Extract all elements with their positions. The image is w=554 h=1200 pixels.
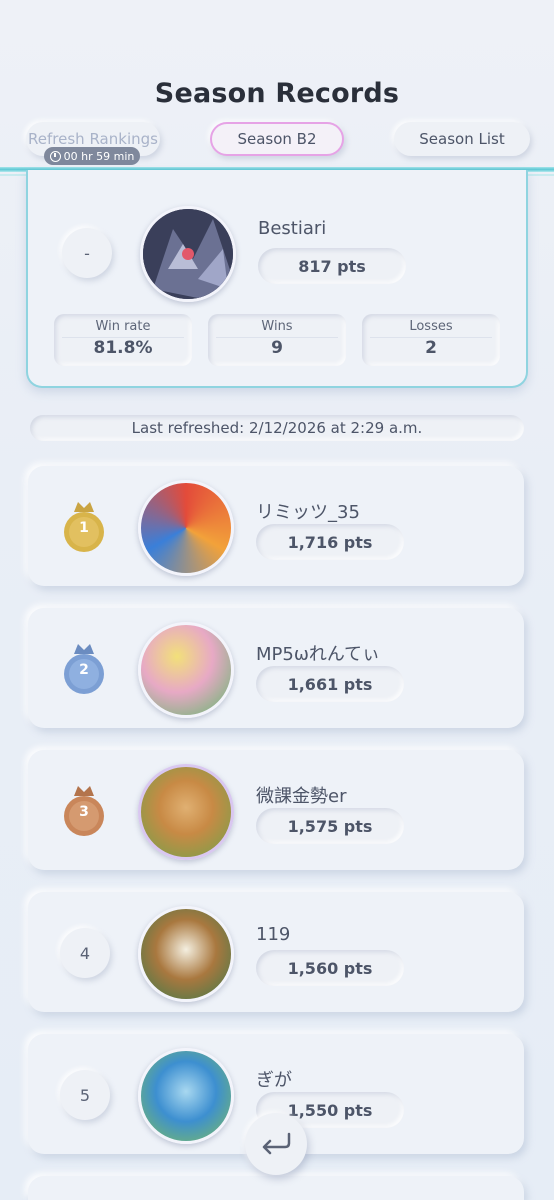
stat-losses: Losses 2 [362, 314, 500, 366]
my-points: 817 pts [258, 248, 406, 284]
avatar [140, 206, 236, 302]
refresh-timer: 00 hr 59 min [44, 147, 140, 165]
season-list-button[interactable]: Season List [394, 122, 530, 156]
player-name: ぎが [256, 1070, 292, 1091]
clock-icon [49, 150, 61, 162]
page-title: Season Records [154, 78, 400, 109]
ranking-row[interactable]: 2 MP5ωれんてぃ 1,661 pts [28, 608, 524, 728]
player-points: 1,661 pts [256, 666, 404, 702]
return-arrow-icon [262, 1132, 291, 1155]
ranking-row-partial [28, 1176, 524, 1200]
avatar [138, 622, 234, 718]
last-refreshed-bar: Last refreshed: 2/12/2026 at 2:29 a.m. [30, 415, 524, 441]
my-record-card: - Bestiari 817 pts Win rate 81.8% Wins 9… [26, 170, 528, 388]
ranking-row[interactable]: 3 微課金勢er 1,575 pts [28, 750, 524, 870]
rank-number: 3 [79, 804, 89, 820]
stat-value: 9 [271, 338, 283, 358]
stat-label: Win rate [95, 319, 151, 334]
my-rank-badge: - [62, 228, 112, 278]
timer-text: 00 hr 59 min [63, 149, 135, 163]
avatar [138, 480, 234, 576]
player-name: 119 [256, 924, 291, 945]
stat-wins: Wins 9 [208, 314, 346, 366]
avatar-art [143, 209, 233, 299]
avatar [138, 1048, 234, 1144]
stat-label: Losses [409, 319, 453, 334]
player-points: 1,560 pts [256, 950, 404, 986]
rank-number: 1 [79, 520, 89, 536]
season-b2-tab[interactable]: Season B2 [210, 122, 344, 156]
rank-number: 5 [60, 1070, 110, 1120]
player-name: 微課金勢er [256, 786, 347, 807]
ranking-row[interactable]: 4 119 1,560 pts [28, 892, 524, 1012]
player-points: 1,575 pts [256, 808, 404, 844]
stat-value: 2 [425, 338, 437, 358]
back-button[interactable] [245, 1113, 307, 1175]
stat-label: Wins [261, 319, 293, 334]
avatar [138, 906, 234, 1002]
stat-value: 81.8% [93, 338, 153, 358]
player-points: 1,716 pts [256, 524, 404, 560]
stat-win-rate: Win rate 81.8% [54, 314, 192, 366]
ranking-row[interactable]: 1 リミッツ_35 1,716 pts [28, 466, 524, 586]
player-name: リミッツ_35 [256, 502, 360, 523]
avatar [138, 764, 234, 860]
rank-number: 4 [60, 928, 110, 978]
rank-number: 2 [79, 662, 89, 678]
player-name: MP5ωれんてぃ [256, 644, 381, 665]
my-player-name: Bestiari [258, 218, 327, 239]
